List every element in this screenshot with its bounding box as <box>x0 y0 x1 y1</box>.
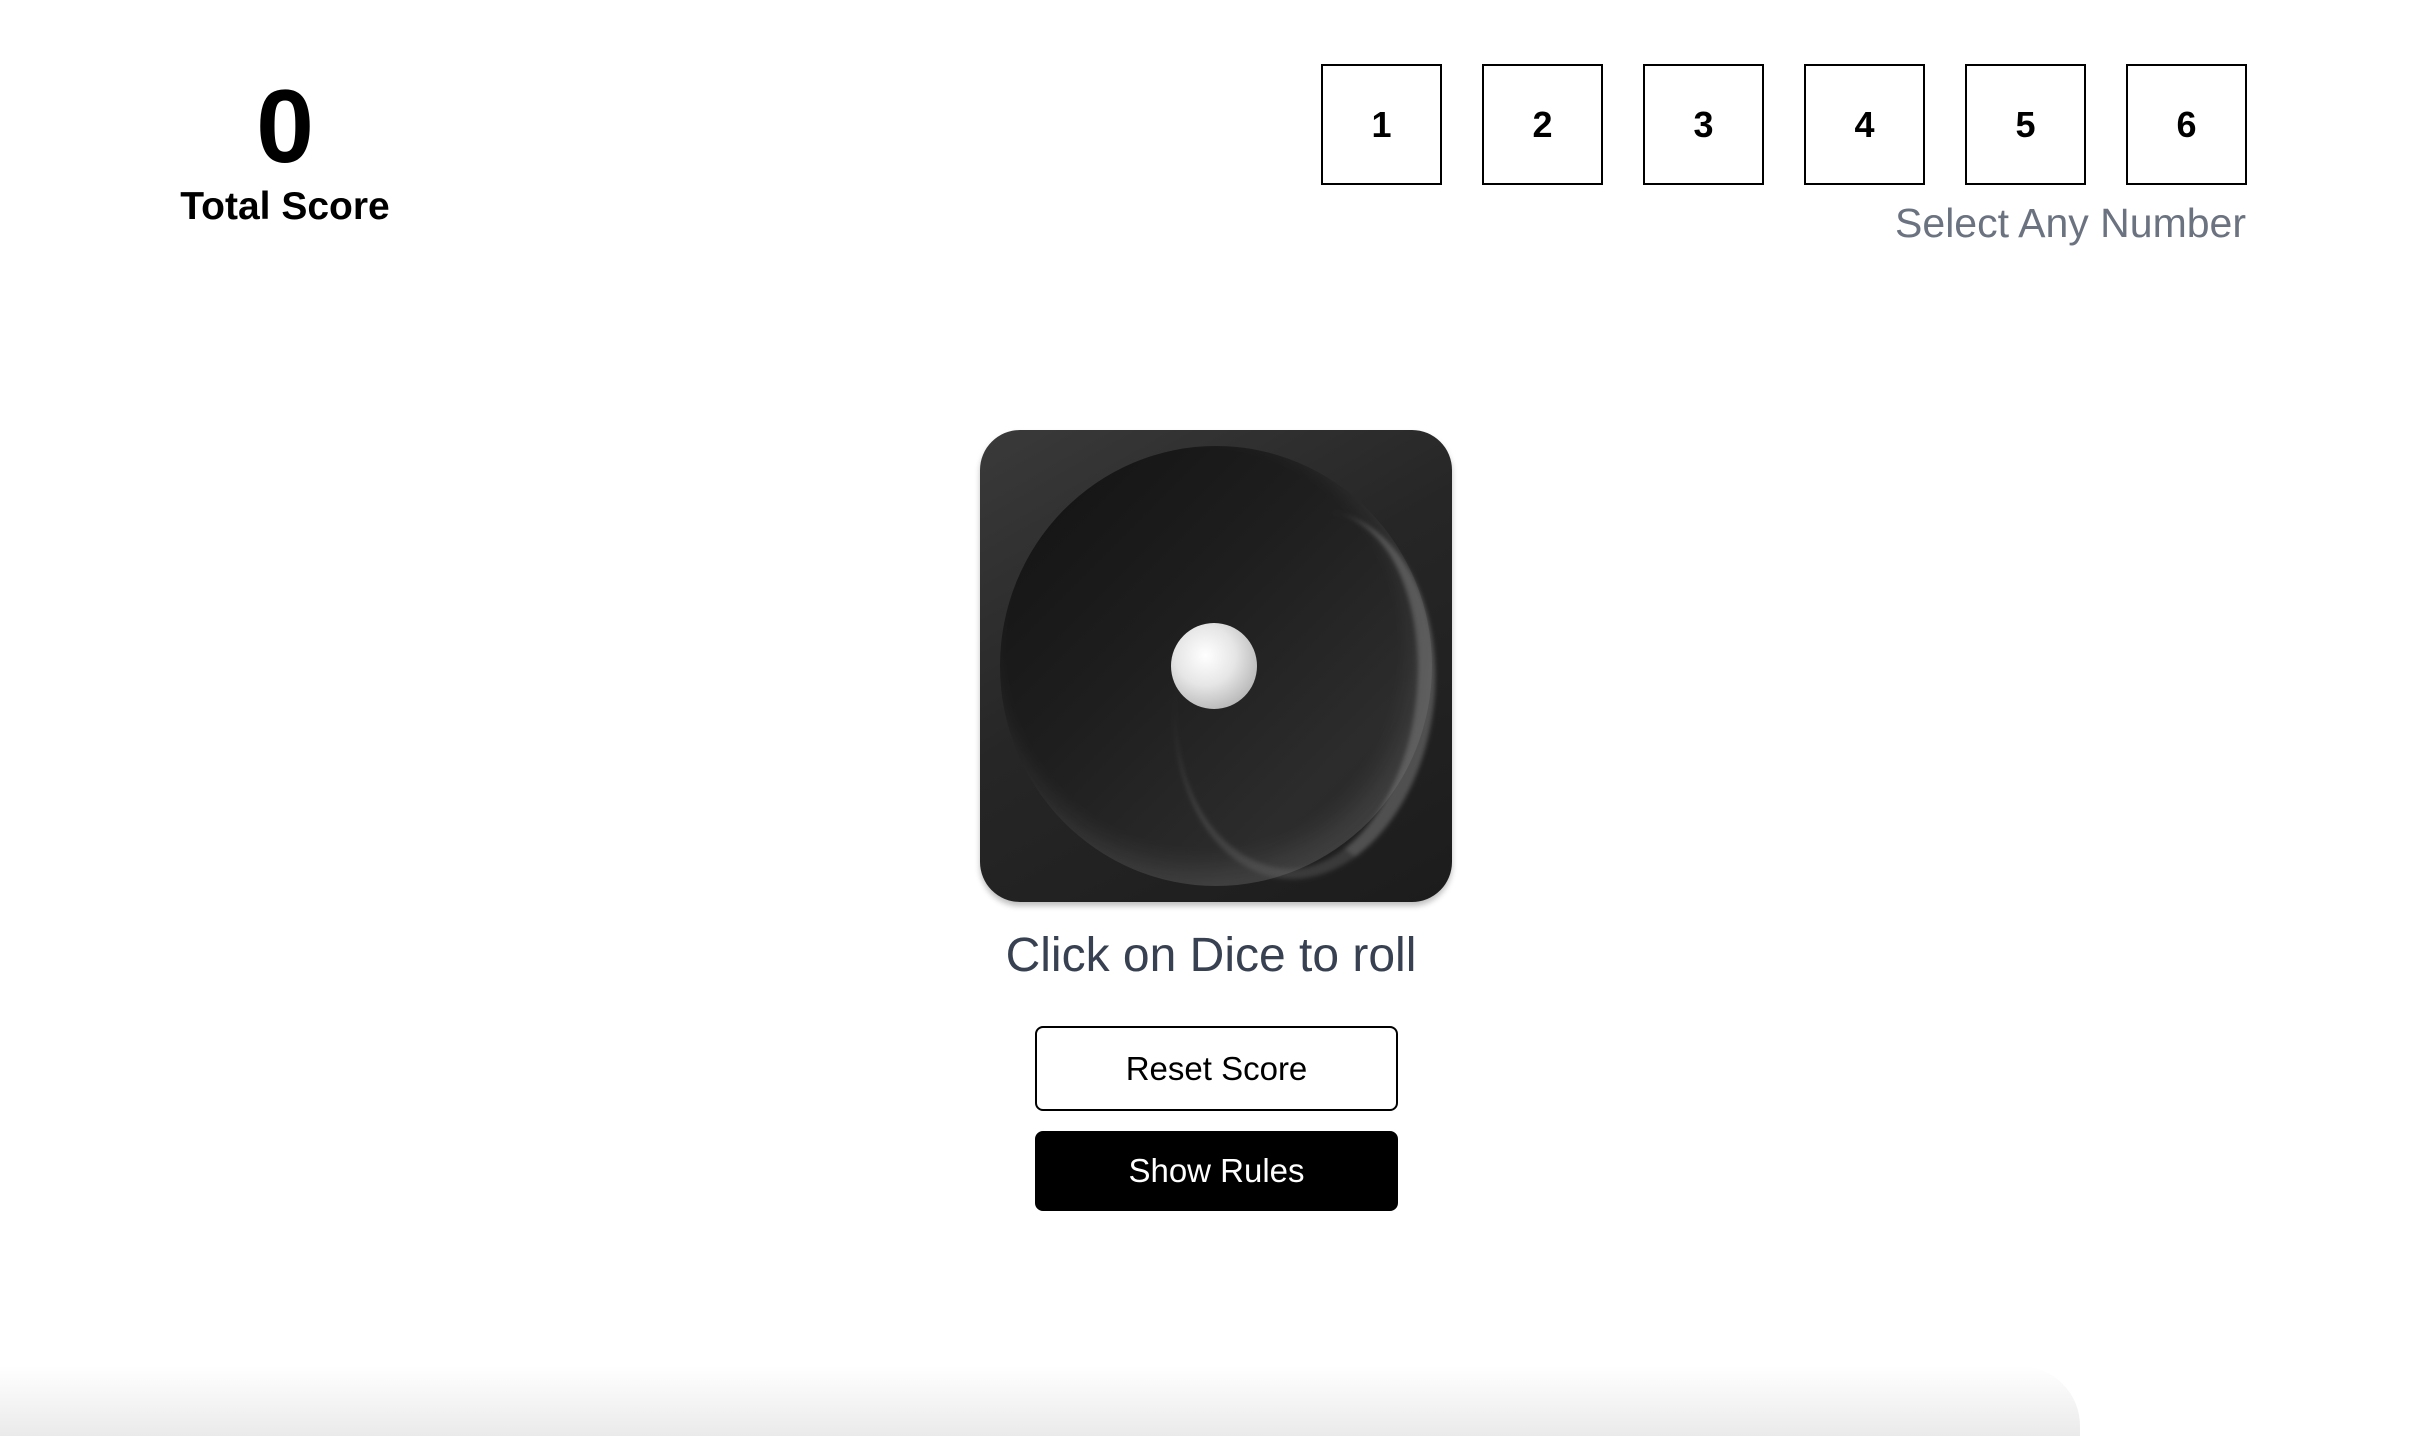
total-score-value: 0 <box>256 69 314 185</box>
number-option-6[interactable]: 6 <box>2126 64 2247 185</box>
bottom-shadow <box>0 1366 2080 1436</box>
show-rules-button[interactable]: Show Rules <box>1035 1131 1398 1211</box>
number-option-3[interactable]: 3 <box>1643 64 1764 185</box>
select-number-hint: Select Any Number <box>1895 200 2246 246</box>
dice-pip <box>1171 623 1257 709</box>
total-score-panel: 0 Total Score <box>150 72 420 230</box>
dice-one-icon[interactable] <box>980 430 1452 902</box>
number-selector: 1 2 3 4 5 6 <box>1321 64 2247 185</box>
roll-instruction: Click on Dice to roll <box>1005 929 1417 982</box>
total-score-label: Total Score <box>180 185 390 228</box>
number-option-4[interactable]: 4 <box>1804 64 1925 185</box>
number-option-1[interactable]: 1 <box>1321 64 1442 185</box>
number-option-2[interactable]: 2 <box>1482 64 1603 185</box>
number-option-5[interactable]: 5 <box>1965 64 2086 185</box>
reset-score-button[interactable]: Reset Score <box>1035 1026 1398 1111</box>
